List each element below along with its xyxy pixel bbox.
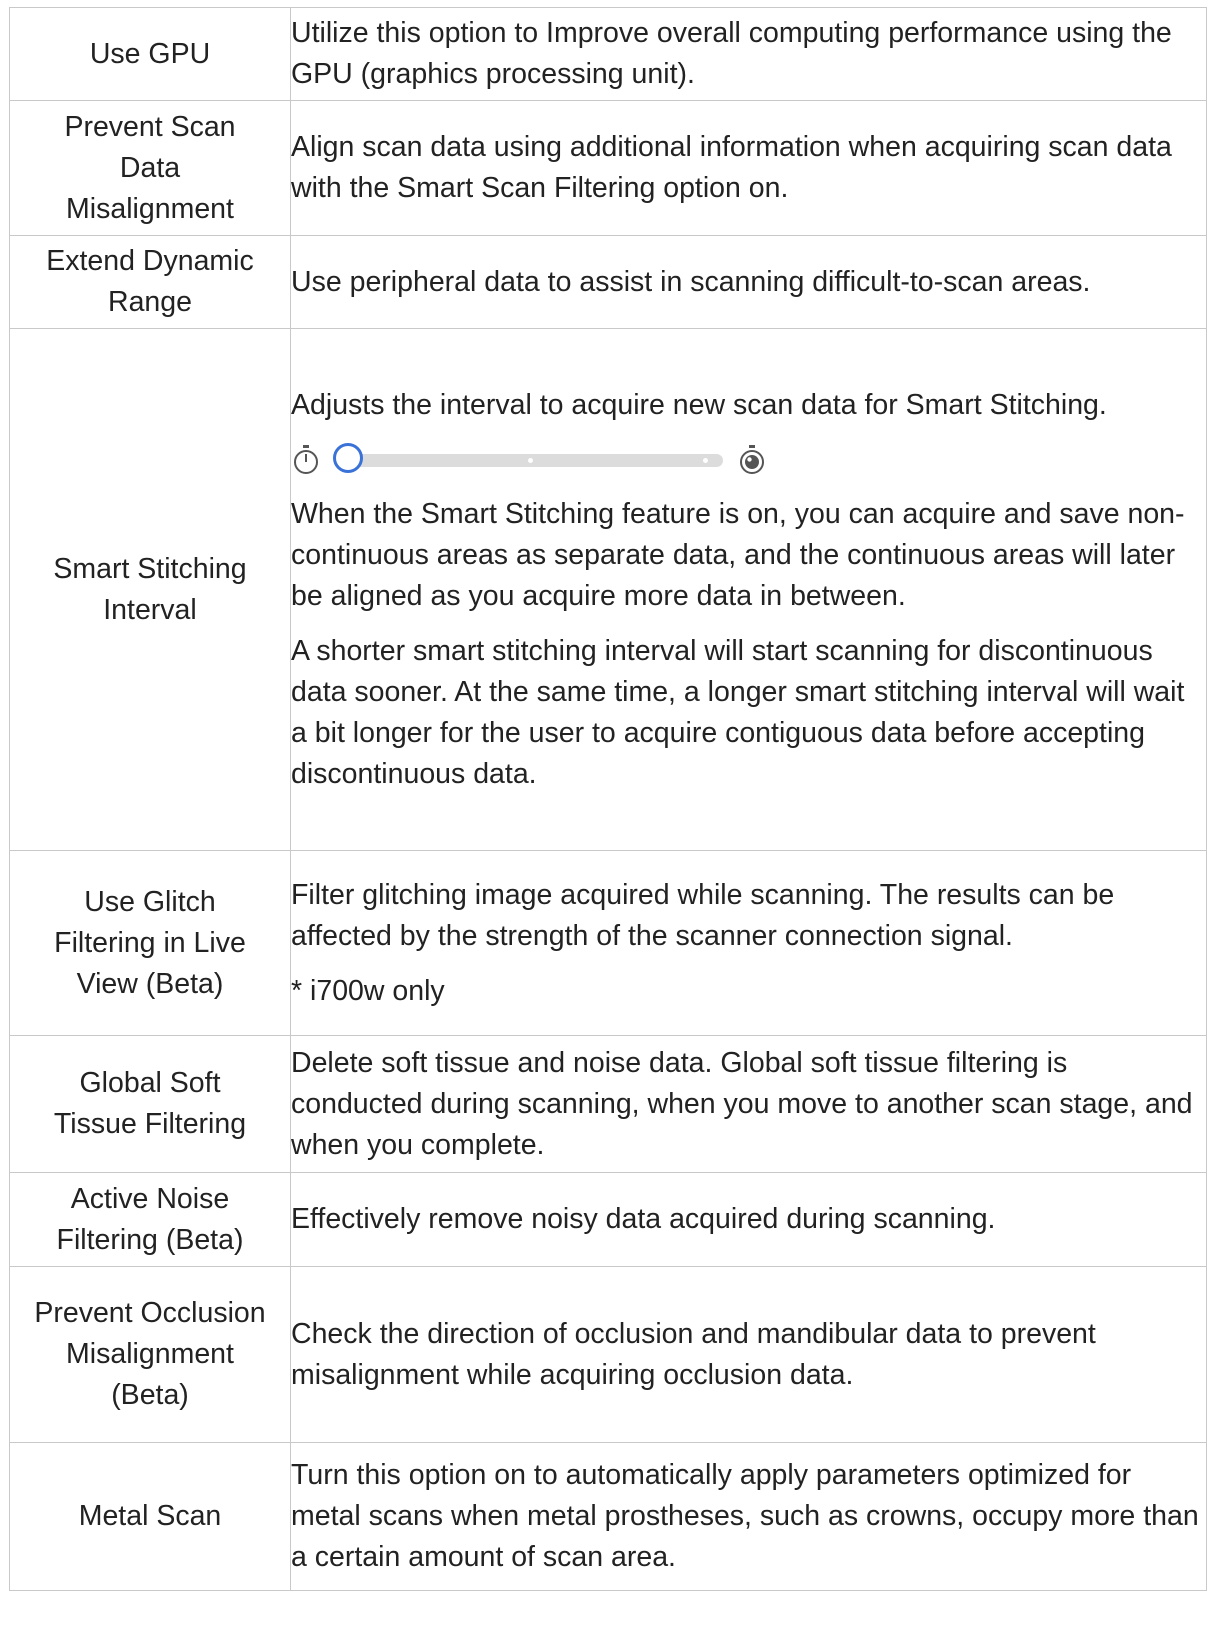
option-name-text: Use Glitch Filtering in Live View (Beta) (54, 885, 246, 1000)
description-text: Align scan data using additional informa… (291, 131, 1172, 204)
option-name-text: Prevent Scan Data Misalignment (64, 110, 236, 225)
slider-tick (528, 457, 533, 463)
smart-stitching-interval-slider[interactable] (291, 432, 1206, 488)
description-text: Use peripheral data to assist in scannin… (291, 265, 1091, 298)
description-text: * i700w only (291, 974, 445, 1007)
description-text: Effectively remove noisy data acquired d… (291, 1203, 996, 1235)
option-description: Filter glitching image acquired while sc… (290, 850, 1207, 1036)
option-description: Utilize this option to Improve overall c… (290, 7, 1207, 101)
table-row: Prevent Occlusion Misalignment (Beta) Ch… (9, 1266, 1207, 1443)
option-description: Delete soft tissue and noise data. Globa… (290, 1035, 1207, 1173)
stopwatch-filled-icon (740, 444, 764, 474)
option-description: Align scan data using additional informa… (290, 100, 1207, 236)
table-row: Extend Dynamic Range Use peripheral data… (9, 235, 1207, 329)
option-name: Smart Stitching Interval (9, 328, 291, 851)
description-text: Check the direction of occlusion and man… (291, 1317, 1096, 1391)
table-row: Global Soft Tissue Filtering Delete soft… (9, 1035, 1207, 1173)
option-name: Extend Dynamic Range (9, 235, 291, 329)
option-description: Check the direction of occlusion and man… (290, 1266, 1207, 1443)
description-text: A shorter smart stitching interval will … (291, 634, 1185, 790)
option-description: Use peripheral data to assist in scannin… (290, 235, 1207, 329)
description-text: Turn this option on to automatically app… (291, 1459, 1199, 1573)
table-row: Use Glitch Filtering in Live View (Beta)… (9, 850, 1207, 1036)
option-name: Prevent Occlusion Misalignment (Beta) (9, 1266, 291, 1443)
description-text: Adjusts the interval to acquire new scan… (291, 388, 1107, 421)
table-row: Smart Stitching Interval Adjusts the int… (9, 328, 1207, 851)
option-description: Effectively remove noisy data acquired d… (290, 1172, 1207, 1267)
slider-tick (703, 457, 708, 463)
option-description: Turn this option on to automatically app… (290, 1442, 1207, 1591)
option-name: Active Noise Filtering (Beta) (9, 1172, 291, 1267)
option-name: Use Glitch Filtering in Live View (Beta) (9, 850, 291, 1036)
option-name: Use GPU (9, 7, 291, 101)
options-table: Use GPU Utilize this option to Improve o… (9, 7, 1207, 1591)
table-row: Use GPU Utilize this option to Improve o… (9, 7, 1207, 101)
option-name: Prevent Scan Data Misalignment (9, 100, 291, 236)
option-name-text: Smart Stitching Interval (53, 552, 247, 626)
table-row: Prevent Scan Data Misalignment Align sca… (9, 100, 1207, 236)
table-row: Metal Scan Turn this option on to automa… (9, 1442, 1207, 1591)
option-name-text: Prevent Occlusion Misalignment (Beta) (34, 1297, 266, 1411)
slider-thumb[interactable] (333, 442, 363, 473)
option-description: Adjusts the interval to acquire new scan… (290, 328, 1207, 851)
slider-track[interactable] (333, 442, 723, 478)
option-name-text: Global Soft Tissue Filtering (53, 1067, 247, 1140)
option-name: Metal Scan (9, 1442, 291, 1591)
description-text: Delete soft tissue and noise data. Globa… (291, 1046, 1193, 1161)
option-name-text: Active Noise Filtering (Beta) (56, 1182, 244, 1256)
stopwatch-outline-icon (294, 444, 318, 474)
description-text: When the Smart Stitching feature is on, … (291, 497, 1185, 612)
description-text: Utilize this option to Improve overall c… (291, 17, 1172, 90)
table-row: Active Noise Filtering (Beta) Effectivel… (9, 1172, 1207, 1267)
option-name: Global Soft Tissue Filtering (9, 1035, 291, 1173)
description-text: Filter glitching image acquired while sc… (291, 878, 1115, 952)
